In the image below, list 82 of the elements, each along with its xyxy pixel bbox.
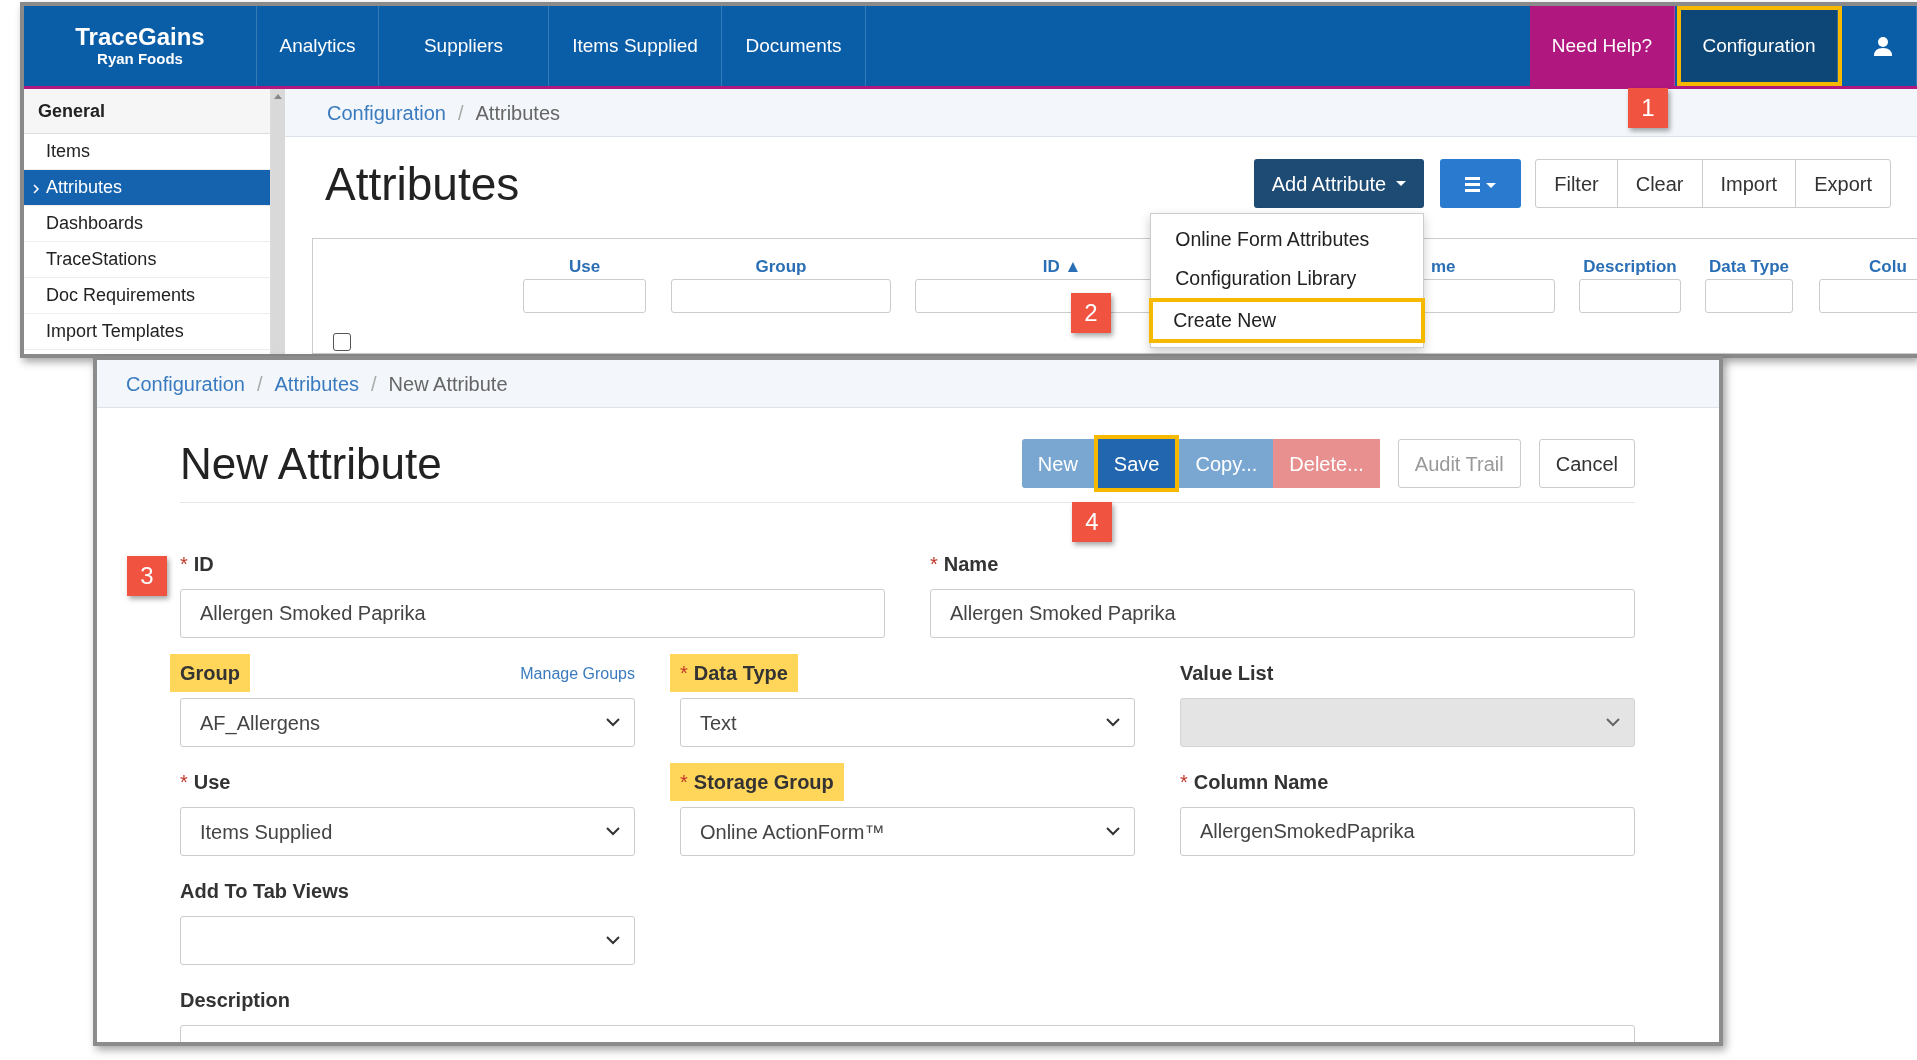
caret-icon [1396,181,1407,186]
brand-name: TraceGains [75,23,205,51]
page-title: Attributes [325,160,520,207]
select-field[interactable]: Text [680,698,1135,747]
sidebar-item[interactable]: Dashboards [24,206,270,242]
menu-item[interactable]: Online Form Attributes [1151,220,1424,259]
sidebar-heading: General [24,89,270,134]
breadcrumb-current: Attributes [475,100,560,126]
filter-field[interactable] [1579,279,1681,313]
step-number: 4 [1072,502,1112,542]
field-label: Group [170,654,250,692]
select-field[interactable]: AF_Allergens [180,698,635,747]
field-label: * Name [929,552,1000,577]
sidebar-item[interactable]: Doc Requirements [24,278,270,314]
breadcrumb-current: New Attribute [388,371,508,397]
breadcrumb-separator: / [457,100,464,126]
sidebar-item[interactable]: Import Templates [24,314,270,350]
chevron-icon [606,827,620,836]
organization-name: Ryan Foods [97,50,183,69]
chevron-icon [606,718,620,727]
breadcrumb-separator: / [256,371,263,397]
field-label: * Column Name [1179,770,1330,795]
field-label: Description [179,988,292,1013]
field-label: * ID [179,552,215,577]
field-label: Add To Tab Views [179,879,350,904]
field-label: Value List [1179,661,1275,686]
nav-link[interactable]: Configuration [1681,10,1838,82]
input-field[interactable]: Allergen Smoked Paprika [930,589,1635,638]
input-field[interactable]: AllergenSmokedPaprika [1180,807,1635,856]
nav-link[interactable]: Documents [722,6,866,86]
nav-link[interactable]: Suppliers [379,6,549,86]
select-field[interactable] [180,916,635,965]
sidebar-item[interactable]: TraceStations [24,242,270,278]
breadcrumb-link[interactable]: Configuration [327,97,446,128]
field-label: * Storage Group [670,763,844,801]
select-field[interactable]: Online ActionForm™ [680,807,1135,856]
toolbar-button[interactable]: Clear [1616,159,1703,208]
field-label: * Use [179,770,232,795]
step-number: 1 [1628,88,1668,128]
nav-link[interactable]: Items Supplied [549,6,722,86]
select-field[interactable]: Items Supplied [180,807,635,856]
menu-item[interactable]: Configuration Library [1151,259,1424,298]
breadcrumb-link[interactable]: Configuration [126,368,245,399]
column-header[interactable]: Data Type [1709,255,1789,279]
user-icon [1873,36,1893,56]
chevron-icon [33,184,40,194]
menu-icon [1465,174,1497,193]
page-title: New Attribute [180,441,442,486]
help-link[interactable]: Need Help? [1530,6,1675,86]
filter-field[interactable] [523,279,646,313]
column-header[interactable]: Use [568,255,601,279]
column-header[interactable]: me [1431,255,1456,279]
form-button[interactable]: Save [1097,439,1176,488]
filter-field[interactable] [671,279,891,313]
filter-field[interactable] [1705,279,1793,313]
column-header[interactable]: Description [1583,255,1677,279]
chevron-icon [1106,827,1120,836]
input-field[interactable]: Allergen Smoked Paprika [180,589,885,638]
toolbar-button[interactable]: Filter [1535,159,1618,208]
column-header[interactable]: Colu [1869,255,1907,279]
toolbar-button[interactable]: Import [1701,159,1797,208]
select-all-checkbox[interactable] [333,333,351,351]
scroll-up-icon [274,93,282,100]
scrollbar[interactable] [271,89,285,354]
breadcrumb-link[interactable]: Attributes [274,368,359,399]
field-label: * Data Type [670,654,798,692]
step-number: 2 [1071,293,1111,333]
sidebar-item[interactable]: Attributes [24,170,270,206]
manage-groups-link[interactable]: Manage Groups [520,662,635,692]
breadcrumb-separator: / [371,371,377,397]
list-menu-button[interactable] [1440,159,1522,208]
chevron-icon [1606,718,1620,727]
step-number: 3 [127,556,167,596]
nav-link[interactable]: Analytics [257,6,379,86]
chevron-icon [1106,718,1120,727]
column-header[interactable]: Group [755,255,807,279]
chevron-icon [606,936,620,945]
add-attribute-button[interactable]: Add Attribute [1253,159,1425,208]
toolbar-button[interactable]: Export [1795,159,1891,208]
menu-item[interactable]: Create New [1153,302,1422,339]
column-header[interactable]: ID ▲ [1042,255,1082,279]
form-button[interactable]: Cancel [1538,439,1635,488]
